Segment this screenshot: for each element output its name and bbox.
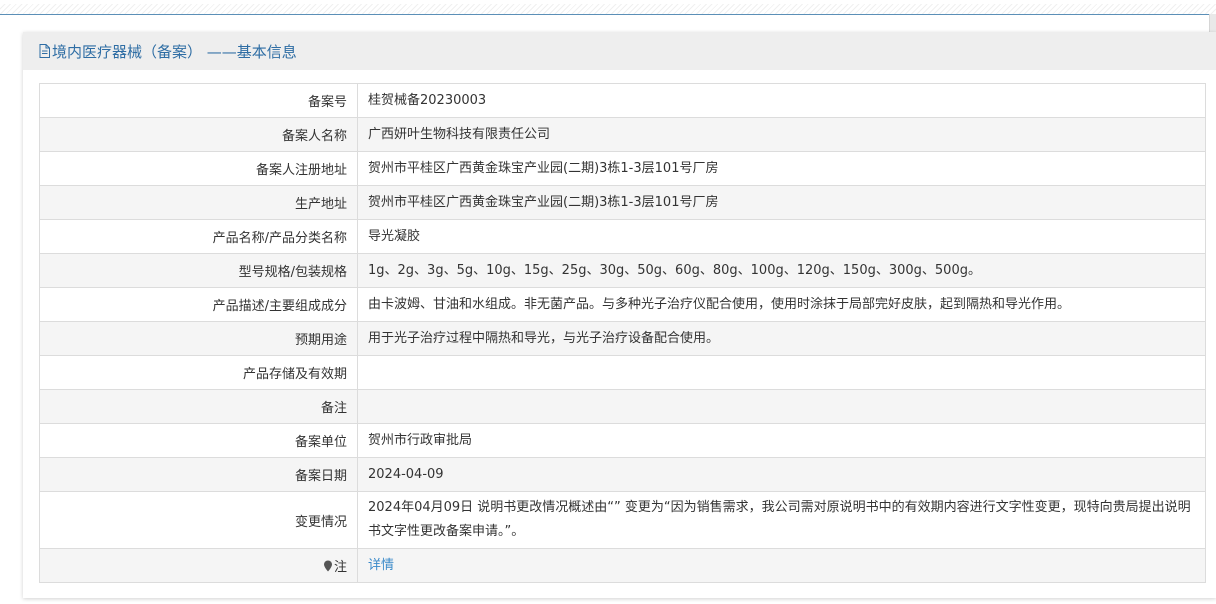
row-label: 产品存储及有效期: [39, 355, 358, 390]
row-label: 生产地址: [39, 185, 358, 220]
row-value: 由卡波姆、甘油和水组成。非无菌产品。与多种光子治疗仪配合使用，使用时涂抹于局部完…: [357, 287, 1206, 322]
table-row: 型号规格/包装规格 1g、2g、3g、5g、10g、15g、25g、30g、50…: [39, 253, 1206, 288]
row-value: 2024-04-09: [357, 457, 1206, 492]
table-row: 备注: [39, 389, 1206, 424]
info-table: 备案号 桂贺械备20230003 备案人名称 广西妍叶生物科技有限责任公司 备案…: [39, 83, 1206, 583]
row-label: 备案号: [39, 83, 358, 118]
table-row: 生产地址 贺州市平桂区广西黄金珠宝产业园(二期)3栋1-3层101号厂房: [39, 185, 1206, 220]
row-value: 广西妍叶生物科技有限责任公司: [357, 117, 1206, 152]
table-row: 产品描述/主要组成成分 由卡波姆、甘油和水组成。非无菌产品。与多种光子治疗仪配合…: [39, 287, 1206, 322]
row-label: 产品描述/主要组成成分: [39, 287, 358, 322]
details-link[interactable]: 详情: [368, 558, 394, 573]
pin-icon: [323, 560, 333, 572]
row-value: 1g、2g、3g、5g、10g、15g、25g、30g、50g、60g、80g、…: [357, 253, 1206, 288]
table-row: 预期用途 用于光子治疗过程中隔热和导光，与光子治疗设备配合使用。: [39, 321, 1206, 356]
row-value: 导光凝胶: [357, 219, 1206, 254]
table-row: 备案单位 贺州市行政审批局: [39, 423, 1206, 458]
panel-title: 境内医疗器械（备案） ——基本信息: [52, 42, 297, 61]
row-value: 2024年04月09日 说明书更改情况概述由“” 变更为“因为销售需求，我公司需…: [357, 491, 1206, 549]
note-row: 注 详情: [39, 548, 1206, 583]
row-value: 用于光子治疗过程中隔热和导光，与光子治疗设备配合使用。: [357, 321, 1206, 356]
row-label: 备案单位: [39, 423, 358, 458]
row-value: 贺州市行政审批局: [357, 423, 1206, 458]
table-row: 产品名称/产品分类名称 导光凝胶: [39, 219, 1206, 254]
row-value: [357, 389, 1206, 424]
top-decorative-strip: [0, 4, 1216, 14]
row-label: 备案人注册地址: [39, 151, 358, 186]
row-value: 贺州市平桂区广西黄金珠宝产业园(二期)3栋1-3层101号厂房: [357, 185, 1206, 220]
row-label: 型号规格/包装规格: [39, 253, 358, 288]
row-label: 备案日期: [39, 457, 358, 492]
table-row: 变更情况 2024年04月09日 说明书更改情况概述由“” 变更为“因为销售需求…: [39, 491, 1206, 549]
panel-header: 境内医疗器械（备案） ——基本信息: [23, 32, 1216, 70]
table-row: 产品存储及有效期: [39, 355, 1206, 390]
row-label: 预期用途: [39, 321, 358, 356]
note-label-cell: 注: [39, 548, 358, 583]
basic-info-panel: 境内医疗器械（备案） ——基本信息 备案号 桂贺械备20230003 备案人名称…: [23, 32, 1216, 598]
row-value: [357, 355, 1206, 390]
row-label: 产品名称/产品分类名称: [39, 219, 358, 254]
row-value: 桂贺械备20230003: [357, 83, 1206, 118]
table-row: 备案人注册地址 贺州市平桂区广西黄金珠宝产业园(二期)3栋1-3层101号厂房: [39, 151, 1206, 186]
note-label: 注: [333, 560, 347, 575]
note-value-cell: 详情: [357, 548, 1206, 583]
row-value: 贺州市平桂区广西黄金珠宝产业园(二期)3栋1-3层101号厂房: [357, 151, 1206, 186]
row-label: 备案人名称: [39, 117, 358, 152]
table-row: 备案日期 2024-04-09: [39, 457, 1206, 492]
table-row: 备案号 桂贺械备20230003: [39, 83, 1206, 118]
document-icon: [39, 44, 50, 58]
row-label: 变更情况: [39, 491, 358, 549]
row-label: 备注: [39, 389, 358, 424]
table-row: 备案人名称 广西妍叶生物科技有限责任公司: [39, 117, 1206, 152]
top-divider: [0, 14, 1216, 15]
